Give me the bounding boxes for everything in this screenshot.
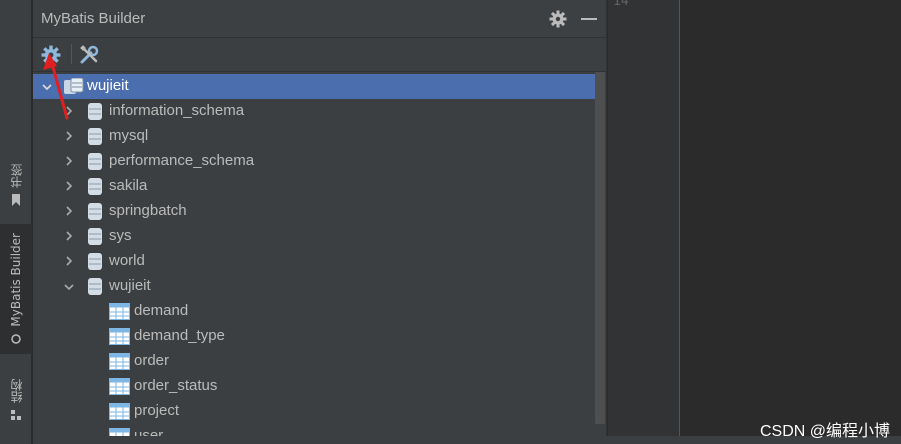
side-tab-structure-label: 结构	[9, 379, 24, 403]
settings-button[interactable]	[39, 43, 63, 67]
tree-table-label: order_status	[134, 377, 218, 394]
chevron-right-icon[interactable]	[63, 205, 75, 217]
wrench-icon	[80, 44, 99, 63]
database-icon	[88, 253, 102, 270]
chevron-right-icon[interactable]	[63, 130, 75, 142]
tree-table-row[interactable]: user	[33, 424, 607, 436]
watermark: CSDN @编程小博	[760, 423, 891, 440]
tree-db-row[interactable]: world	[33, 249, 607, 274]
table-icon	[109, 378, 130, 395]
table-icon	[109, 403, 130, 420]
chevron-right-icon[interactable]	[63, 180, 75, 192]
tree-table-label: project	[134, 402, 180, 419]
table-icon	[109, 428, 130, 436]
editor-area[interactable]	[681, 0, 901, 444]
tree-table-label: user	[134, 427, 164, 436]
side-tab-mybatis-builder[interactable]: MyBatis Builder	[0, 224, 32, 354]
side-tab-bookmarks-label: 书签	[9, 164, 24, 188]
tree-table-row[interactable]: project	[33, 399, 607, 424]
database-icon	[88, 178, 102, 195]
panel-toolbar	[33, 38, 606, 72]
bookmark-icon	[12, 194, 20, 206]
minimize-icon[interactable]	[581, 18, 597, 20]
side-tab-structure[interactable]: 结构	[0, 370, 32, 430]
panel-title: MyBatis Builder	[41, 10, 146, 27]
tree-db-row-expanded[interactable]: wujieit	[33, 274, 607, 299]
tree-table-label: demand_type	[134, 327, 225, 344]
tree-root-row[interactable]: wujieit	[33, 74, 605, 99]
tree-db-row[interactable]: performance_schema	[33, 149, 607, 174]
database-icon	[88, 153, 102, 170]
tree-db-row[interactable]: mysql	[33, 124, 607, 149]
side-tab-bookmarks[interactable]: 书签	[0, 150, 32, 220]
tree-db-row[interactable]: information_schema	[33, 99, 607, 124]
tree-db-label: world	[109, 252, 145, 269]
chevron-right-icon[interactable]	[63, 105, 75, 117]
toolbar-separator	[71, 44, 72, 64]
tree-table-row[interactable]: demand_type	[33, 324, 607, 349]
tree-table-label: demand	[134, 302, 189, 319]
database-icon	[88, 228, 102, 245]
tree-db-label: springbatch	[109, 202, 187, 219]
tools-button[interactable]	[77, 43, 101, 67]
chevron-down-icon[interactable]	[41, 81, 53, 93]
chevron-right-icon[interactable]	[63, 255, 75, 267]
tree-db-row[interactable]: sys	[33, 224, 607, 249]
connection-icon	[64, 78, 84, 94]
chevron-right-icon[interactable]	[63, 155, 75, 167]
chevron-right-icon[interactable]	[63, 230, 75, 242]
tree-db-label: sys	[109, 227, 132, 244]
tree-table-label: order	[134, 352, 170, 369]
table-icon	[109, 353, 130, 370]
mybatis-icon	[11, 334, 21, 344]
tree-db-row[interactable]: sakila	[33, 174, 607, 199]
line-number: 14	[613, 0, 629, 9]
tree-table-row[interactable]: demand	[33, 299, 607, 324]
table-icon	[109, 328, 130, 345]
tree-scrollbar[interactable]	[595, 72, 605, 424]
side-tab-mybatis-builder-label: MyBatis Builder	[9, 233, 23, 327]
tool-window-stripe: 书签 MyBatis Builder 结构	[0, 0, 32, 444]
chevron-down-icon[interactable]	[63, 281, 75, 293]
editor-gutter	[608, 0, 680, 444]
tree-root-label: wujieit	[87, 77, 129, 94]
database-icon	[88, 203, 102, 220]
table-icon	[109, 303, 130, 320]
panel-header: MyBatis Builder	[33, 0, 606, 38]
gear-icon[interactable]	[549, 10, 567, 28]
tree-db-label: mysql	[109, 127, 149, 144]
tree-db-label: wujieit	[109, 277, 151, 294]
settings-gear-icon	[41, 45, 61, 64]
database-icon	[88, 128, 102, 145]
tree-table-row[interactable]: order	[33, 349, 607, 374]
tree-table-row[interactable]: order_status	[33, 374, 607, 399]
tree-db-label: sakila	[109, 177, 148, 194]
tree-db-label: information_schema	[109, 102, 245, 119]
database-tree[interactable]: wujieit information_schema mysql perform…	[33, 72, 607, 436]
tree-db-row[interactable]: springbatch	[33, 199, 607, 224]
tree-db-label: performance_schema	[109, 152, 255, 169]
structure-icon	[11, 410, 21, 420]
database-icon	[88, 278, 102, 295]
database-icon	[88, 103, 102, 120]
